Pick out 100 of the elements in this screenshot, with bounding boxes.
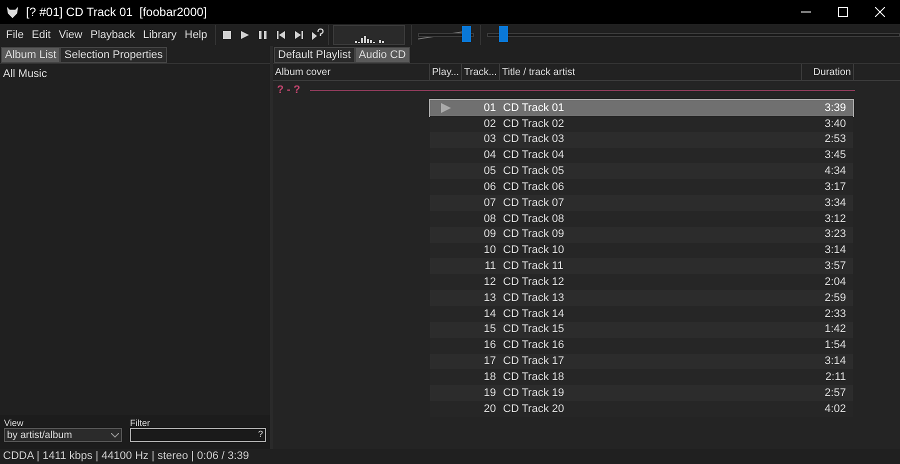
track-title: CD Track 07 bbox=[502, 196, 566, 211]
playlist-row[interactable]: 11 CD Track 11 3:57 bbox=[430, 258, 853, 274]
playlist-row[interactable]: 13 CD Track 13 2:59 bbox=[430, 290, 853, 306]
playlist-row[interactable]: 17 CD Track 17 3:14 bbox=[430, 354, 853, 370]
column-header[interactable]: Track... bbox=[462, 64, 500, 80]
track-number: 01 bbox=[482, 100, 496, 116]
track-title: CD Track 14 bbox=[502, 306, 566, 322]
track-duration: 1:54 bbox=[824, 338, 847, 354]
slider-thumb[interactable] bbox=[462, 26, 472, 42]
menu-item[interactable]: Playback bbox=[86, 26, 139, 44]
chevron-down-icon bbox=[111, 432, 119, 438]
track-title: CD Track 11 bbox=[502, 259, 564, 274]
playlist-row[interactable]: 07 CD Track 07 3:34 bbox=[430, 195, 853, 211]
filter-field[interactable]: ? bbox=[130, 428, 266, 442]
menu-item[interactable]: Library bbox=[139, 26, 181, 44]
track-title: CD Track 13 bbox=[502, 290, 566, 306]
volume-slider[interactable] bbox=[418, 26, 474, 44]
track-title: CD Track 03 bbox=[502, 132, 566, 148]
playlist-row[interactable]: 09 CD Track 09 3:23 bbox=[430, 226, 853, 243]
track-title: CD Track 04 bbox=[502, 148, 566, 164]
app-logo-icon bbox=[6, 6, 19, 18]
track-duration: 3:12 bbox=[824, 212, 847, 227]
track-duration: 3:45 bbox=[824, 148, 847, 164]
view-dropdown[interactable]: by artist/album bbox=[4, 428, 122, 442]
track-number: 02 bbox=[482, 116, 496, 132]
track-number: 04 bbox=[482, 148, 496, 164]
maximize-icon[interactable] bbox=[838, 7, 848, 17]
track-number: 15 bbox=[482, 322, 496, 338]
track-title: CD Track 09 bbox=[502, 227, 566, 242]
column-header[interactable]: Album cover bbox=[273, 64, 430, 80]
track-title: CD Track 06 bbox=[502, 180, 566, 195]
track-title: CD Track 17 bbox=[502, 354, 566, 370]
track-number: 14 bbox=[482, 306, 496, 322]
playlist-row[interactable]: 15 CD Track 15 1:42 bbox=[430, 322, 853, 338]
track-number: 18 bbox=[482, 370, 496, 386]
track-number: 13 bbox=[482, 290, 496, 306]
track-duration: 3:23 bbox=[824, 227, 847, 242]
track-duration: 2:53 bbox=[824, 132, 847, 148]
track-number: 20 bbox=[482, 402, 496, 417]
track-duration: 3:39 bbox=[824, 100, 847, 116]
column-header[interactable]: Play... bbox=[430, 64, 462, 80]
playlist-row[interactable]: 19 CD Track 19 2:57 bbox=[430, 385, 853, 402]
close-icon[interactable] bbox=[875, 7, 885, 17]
track-number: 11 bbox=[484, 259, 496, 274]
track-number: 06 bbox=[482, 180, 496, 195]
track-number: 10 bbox=[482, 243, 496, 258]
menu-item[interactable]: Edit bbox=[28, 26, 55, 44]
track-duration: 1:42 bbox=[824, 322, 847, 338]
playlist-row[interactable]: 04 CD Track 04 3:45 bbox=[430, 148, 853, 164]
track-number: 19 bbox=[482, 386, 496, 401]
track-number: 08 bbox=[482, 212, 496, 227]
track-title: CD Track 18 bbox=[502, 370, 566, 386]
track-title: CD Track 08 bbox=[502, 212, 566, 227]
menu-item[interactable]: View bbox=[54, 26, 86, 44]
track-duration: 3:14 bbox=[824, 354, 847, 370]
track-duration: 4:02 bbox=[824, 402, 847, 417]
track-number: 16 bbox=[482, 338, 496, 354]
track-duration: 4:34 bbox=[824, 164, 847, 180]
playlist-tab[interactable]: Audio CD bbox=[354, 47, 410, 63]
menu-item[interactable]: File bbox=[2, 26, 28, 44]
playlist-row[interactable]: 03 CD Track 03 2:53 bbox=[430, 132, 853, 148]
track-title: CD Track 15 bbox=[502, 322, 566, 338]
playlist-tab[interactable]: Default Playlist bbox=[274, 47, 355, 63]
group-header: ? - ? bbox=[277, 82, 300, 98]
track-number: 05 bbox=[482, 164, 496, 180]
random-icon[interactable] bbox=[310, 28, 324, 42]
slider-thumb[interactable] bbox=[498, 26, 508, 42]
track-duration: 3:40 bbox=[824, 116, 847, 132]
playlist-row[interactable]: 05 CD Track 05 4:34 bbox=[430, 163, 853, 180]
track-number: 12 bbox=[482, 274, 496, 290]
track-title: CD Track 20 bbox=[502, 402, 566, 417]
track-duration: 2:33 bbox=[824, 306, 847, 322]
column-header[interactable]: Duration bbox=[802, 64, 854, 80]
panel-tab[interactable]: Album List bbox=[1, 47, 60, 63]
track-duration: 3:34 bbox=[824, 196, 847, 211]
track-number: 03 bbox=[482, 132, 496, 148]
filter-label: Filter bbox=[130, 418, 151, 428]
track-title: CD Track 12 bbox=[502, 274, 566, 290]
panel-tab[interactable]: Selection Properties bbox=[60, 47, 167, 63]
track-title: CD Track 05 bbox=[502, 164, 566, 180]
column-header[interactable]: Title / track artist bbox=[500, 64, 802, 80]
window-title: [? #01] CD Track 01 [foobar2000] bbox=[26, 4, 207, 21]
playlist-row[interactable]: 10 CD Track 10 3:14 bbox=[430, 242, 853, 258]
track-title: CD Track 16 bbox=[502, 338, 566, 354]
track-duration: 3:17 bbox=[824, 180, 847, 195]
menu-item[interactable]: Help bbox=[180, 26, 212, 44]
tree-item[interactable]: All Music bbox=[0, 64, 270, 82]
status-text: CDDA | 1411 kbps | 44100 Hz | stereo | 0:06 / 3:39 bbox=[3, 449, 250, 464]
filter-help[interactable]: ? bbox=[258, 428, 263, 442]
track-duration: 3:57 bbox=[824, 259, 847, 274]
track-duration: 2:59 bbox=[824, 290, 847, 306]
track-duration: 2:11 bbox=[824, 370, 847, 386]
view-label: View bbox=[4, 418, 24, 428]
track-title: CD Track 01 bbox=[502, 100, 566, 116]
track-title: CD Track 19 bbox=[502, 386, 566, 401]
track-duration: 2:57 bbox=[824, 386, 847, 401]
track-duration: 2:04 bbox=[824, 274, 847, 290]
playlist-row[interactable]: 01 CD Track 01 3:39 bbox=[430, 100, 853, 116]
track-number: 07 bbox=[482, 196, 496, 211]
track-number: 09 bbox=[482, 227, 496, 242]
